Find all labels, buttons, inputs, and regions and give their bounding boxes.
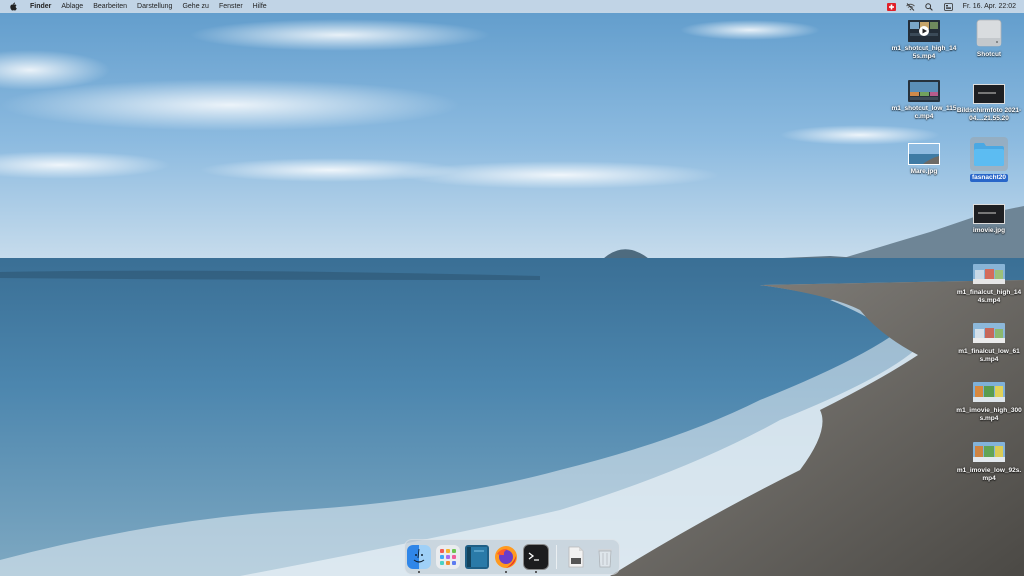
terminal-icon[interactable]: [523, 544, 549, 573]
video-thumbnail-icon: [973, 323, 1005, 345]
search-icon[interactable]: [920, 0, 939, 13]
menu-gehe-zu[interactable]: Gehe zu: [177, 0, 213, 13]
video-thumbnail-icon: [908, 80, 940, 102]
desktop-file-m1-shotcut-low[interactable]: m1_shotcut_low_115c.mp4: [889, 80, 959, 121]
desktop-wallpaper: [0, 0, 1024, 576]
selected-label: fasnacht20: [970, 174, 1008, 182]
desktop-file-bildschirmfoto[interactable]: Bildschirmfoto 2021-04....21.55.20: [954, 84, 1024, 123]
file-label: Mare.jpg: [910, 168, 938, 175]
file-label: m1_shotcut_high_145s.mp4: [891, 45, 957, 60]
desktop-file-m1-imovie-low[interactable]: m1_imovie_low_92s.mp4: [954, 442, 1024, 483]
desktop-file-m1-finalcut-low[interactable]: m1_finalcut_low_61s.mp4: [954, 323, 1024, 364]
video-thumbnail-icon: [973, 264, 1005, 286]
menu-finder[interactable]: Finder: [26, 0, 56, 13]
file-label: fasnacht20: [954, 174, 1024, 182]
file-label: m1_shotcut_low_115c.mp4: [891, 105, 957, 120]
dock-separator: [556, 545, 557, 569]
apple-menu-icon[interactable]: [0, 2, 26, 11]
menu-bar: Finder Ablage Bearbeiten Darstellung Geh…: [0, 0, 1024, 13]
desktop-folder-fasnacht20[interactable]: fasnacht20: [954, 137, 1024, 182]
firefox-icon[interactable]: [494, 545, 518, 573]
video-thumbnail-icon: [973, 442, 1005, 464]
book-app-icon[interactable]: [465, 545, 489, 569]
menu-darstellung[interactable]: Darstellung: [132, 0, 177, 13]
desktop-file-mare-jpg[interactable]: Mare.jpg: [889, 143, 959, 176]
desktop-file-m1-imovie-high[interactable]: m1_imovie_high_300s.mp4: [954, 382, 1024, 423]
desktop-disk-shotcut[interactable]: Shotcut: [954, 18, 1024, 59]
desktop-file-imovie-jpg[interactable]: imovie.jpg: [954, 204, 1024, 235]
menu-fenster[interactable]: Fenster: [214, 0, 248, 13]
launchpad-icon[interactable]: [436, 545, 460, 569]
swiss-flag-icon[interactable]: [882, 0, 901, 13]
file-label: imovie.jpg: [972, 227, 1006, 234]
screenshot-thumbnail-icon: [973, 204, 1005, 224]
file-label: m1_finalcut_high_144s.mp4: [956, 289, 1022, 304]
folder-icon: [970, 137, 1008, 171]
desktop-file-m1-shotcut-high[interactable]: m1_shotcut_high_145s.mp4: [889, 20, 959, 61]
desktop-file-m1-finalcut-high[interactable]: m1_finalcut_high_144s.mp4: [954, 264, 1024, 305]
menu-ablage[interactable]: Ablage: [56, 0, 88, 13]
menubar-clock[interactable]: Fr. 16. Apr. 22:02: [958, 3, 1024, 10]
file-label: m1_imovie_low_92s.mp4: [956, 467, 1022, 482]
finder-icon[interactable]: [407, 545, 431, 573]
menu-bearbeiten[interactable]: Bearbeiten: [88, 0, 132, 13]
video-thumbnail-icon: [908, 20, 940, 42]
disk-image-icon: [974, 18, 1004, 48]
file-label: m1_imovie_high_300s.mp4: [956, 407, 1022, 422]
file-label: Bildschirmfoto 2021-04....21.55.20: [956, 107, 1022, 122]
document-icon[interactable]: [564, 545, 588, 569]
menu-hilfe[interactable]: Hilfe: [248, 0, 272, 13]
trash-icon[interactable]: [593, 545, 617, 569]
video-thumbnail-icon: [973, 382, 1005, 404]
dock: [404, 539, 620, 575]
screenshot-thumbnail-icon: [973, 84, 1005, 104]
control-center-icon[interactable]: [939, 0, 958, 13]
file-label: Shotcut: [976, 51, 1002, 58]
photo-thumbnail-icon: [908, 143, 940, 165]
file-label: m1_finalcut_low_61s.mp4: [958, 348, 1020, 363]
wifi-off-icon[interactable]: [901, 0, 920, 13]
